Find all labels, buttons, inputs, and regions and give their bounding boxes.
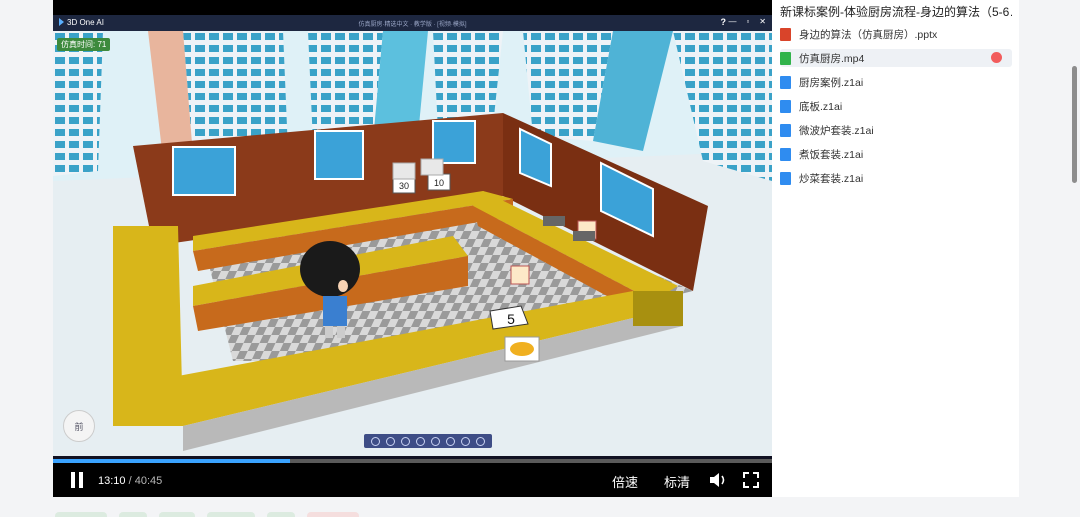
time-display: 13:10 / 40:45 [98, 475, 162, 487]
file-name: 底板.z1ai [799, 100, 843, 113]
file-item[interactable]: 仿真厨房.mp4 [780, 49, 1012, 67]
sim-tool-icon [371, 436, 380, 446]
sim-time-badge: 仿真时间: 71 [57, 38, 111, 51]
kitchen-scene-video-frame[interactable]: 30 10 5 仿真时间: 71 前 [53, 31, 772, 458]
course-title: 新课标案例-体验厨房流程-身边的算法（5-6… [780, 5, 1012, 19]
sim-tool-icon [416, 436, 425, 446]
tab-peek [207, 512, 255, 517]
z1ai-file-icon [780, 75, 791, 89]
file-name: 煮饭套装.z1ai [799, 148, 864, 161]
current-time: 13:10 [98, 475, 126, 487]
file-item[interactable]: 身边的算法（仿真厨房）.pptx [780, 25, 1012, 43]
kitchen-scene-illustration: 30 10 5 [53, 31, 772, 458]
file-name: 微波炉套装.z1ai [799, 124, 874, 137]
wall-sign-30: 30 [399, 181, 409, 191]
tab-peek [307, 512, 359, 517]
page: 3D One AI 仿真厨房·精选中文 · 教学版 · [视频·模拟] ? — … [0, 0, 1080, 517]
app-window-title: 仿真厨房·精选中文 · 教学版 · [视频·模拟] [358, 22, 467, 28]
file-item[interactable]: 底板.z1ai [780, 97, 1012, 115]
video-file-icon [780, 51, 791, 65]
volume-icon[interactable] [709, 472, 727, 488]
character-head [300, 241, 360, 297]
playback-speed-button[interactable]: 倍速 [612, 472, 638, 491]
help-icon: ? [720, 17, 727, 27]
tab-peek [55, 512, 107, 517]
pause-icon[interactable] [70, 472, 84, 488]
tab-peek [159, 512, 195, 517]
file-name: 身边的算法（仿真厨房）.pptx [799, 28, 938, 41]
sim-toolbar [364, 434, 492, 448]
video-quality-button[interactable]: 标清 [664, 472, 690, 491]
z1ai-file-icon [780, 171, 791, 185]
close-icon: ✕ [759, 17, 766, 26]
tab-peek [267, 512, 295, 517]
playing-indicator [991, 52, 1002, 63]
file-item[interactable]: 微波炉套装.z1ai [780, 121, 1012, 139]
sim-tool-icon [386, 436, 395, 446]
wall-sign-10: 10 [434, 178, 444, 188]
z1ai-file-icon [780, 99, 791, 113]
playlist-panel: 新课标案例-体验厨房流程-身边的算法（5-6… 身边的算法（仿真厨房）.pptx… [772, 0, 1019, 497]
file-name: 炒菜套装.z1ai [799, 172, 864, 185]
z1ai-file-icon [780, 147, 791, 161]
file-name: 厨房案例.z1ai [799, 76, 864, 89]
file-item[interactable]: 煮饭套装.z1ai [780, 145, 1012, 163]
file-item[interactable]: 厨房案例.z1ai [780, 73, 1012, 91]
sim-tool-icon [461, 436, 470, 446]
sim-tool-icon [401, 436, 410, 446]
fullscreen-icon[interactable] [743, 472, 759, 488]
sim-tool-icon [431, 436, 440, 446]
ppt-file-icon [780, 27, 791, 41]
minimize-icon: — [728, 17, 737, 26]
window-controls: — ▫ ✕ [728, 17, 766, 26]
scrollbar[interactable] [1072, 66, 1077, 183]
view-cube: 前 [63, 410, 95, 442]
sim-tool-icon [446, 436, 455, 446]
z1ai-file-icon [780, 123, 791, 137]
video-player[interactable]: 3D One AI 仿真厨房·精选中文 · 教学版 · [视频·模拟] ? — … [53, 0, 772, 497]
bottom-tabs-peek [55, 512, 375, 517]
video-controls: 13:10 / 40:45 倍速 标清 [53, 463, 772, 497]
total-time: 40:45 [134, 475, 163, 487]
sim-tool-icon [476, 436, 485, 446]
counter-sign-5: 5 [507, 311, 515, 327]
embedded-app-titlebar: 3D One AI 仿真厨房·精选中文 · 教学版 · [视频·模拟] ? — … [53, 15, 772, 31]
tab-peek [119, 512, 147, 517]
file-name: 仿真厨房.mp4 [799, 52, 865, 65]
file-item[interactable]: 炒菜套装.z1ai [780, 169, 1012, 187]
time-separator: / [125, 475, 135, 487]
maximize-icon: ▫ [746, 17, 750, 26]
